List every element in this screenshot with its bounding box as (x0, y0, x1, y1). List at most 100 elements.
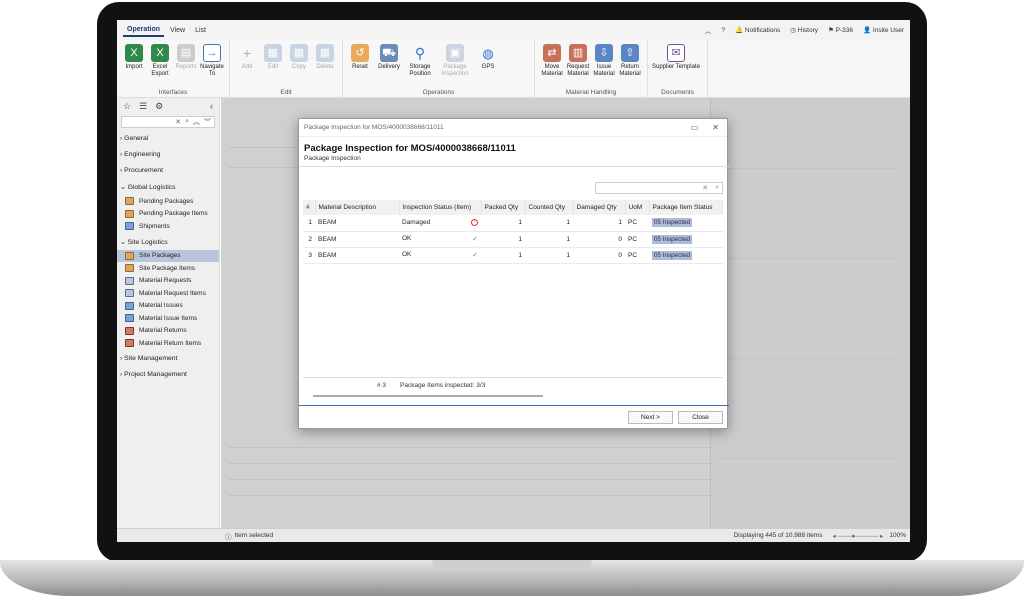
damaged-qty: 0 (573, 231, 625, 248)
sidebar-item-pending-packages[interactable]: Pending Packages (117, 195, 219, 208)
tab-view[interactable]: View (166, 25, 189, 36)
request-material-label: Request Material (566, 64, 590, 77)
counted-qty: 1 (525, 215, 573, 232)
package-items-icon (125, 264, 134, 273)
column-header[interactable]: Packed Qty (481, 200, 526, 215)
column-header[interactable]: Damaged Qty (573, 200, 626, 215)
storage-position-label: Storage Position (409, 64, 431, 77)
search-icon[interactable]: ⌕ (715, 184, 719, 192)
search-icon[interactable]: ⌕ (185, 118, 189, 126)
sidebar-item-material-request-items[interactable]: Material Request Items (117, 287, 219, 300)
sidebar-item-material-issues[interactable]: Material Issues (117, 300, 219, 313)
sidebar-section-global-logistics[interactable]: ⌄ Global Logistics (117, 178, 219, 195)
help-icon[interactable]: ? (721, 27, 725, 34)
tab-operation[interactable]: Operation (123, 24, 165, 37)
group-label-documents: Documents (661, 89, 694, 96)
sidebar-item-site-package-items[interactable]: Site Package Items (117, 262, 219, 275)
column-header[interactable]: UoM (625, 200, 650, 215)
sidebar-item-label: Material Issues (139, 302, 183, 310)
history-label: History (797, 27, 819, 34)
truck-icon: ⛟ (380, 44, 398, 62)
group-label-operations: Operations (422, 89, 455, 96)
packed-qty: 1 (481, 215, 525, 232)
history-button[interactable]: ◷ History (790, 26, 818, 34)
grid-search-input[interactable]: ✕ ⌕ (595, 182, 723, 194)
column-header[interactable]: Package Item Status (649, 200, 723, 215)
sidebar-item-material-requests[interactable]: Material Requests (117, 275, 219, 288)
sidebar-item-material-returns[interactable]: Material Returns (117, 325, 219, 338)
sidebar-item-material-issue-items[interactable]: Material Issue Items (117, 312, 219, 325)
close-icon[interactable]: ✕ (712, 123, 719, 132)
collapse-all-icon[interactable]: ︾ (204, 117, 211, 127)
sidebar-section-engineering[interactable]: › Engineering (117, 146, 219, 162)
expand-all-icon[interactable]: ︽ (193, 117, 200, 127)
ship-icon (125, 222, 134, 231)
warning-icon: ! (471, 219, 478, 227)
sidebar-item-site-packages[interactable]: Site Packages (117, 249, 219, 262)
table-row[interactable]: 2 BEAM OK ✓ 1 1 0 PC 05 Inspected (303, 231, 723, 248)
damaged-qty: 0 (573, 247, 625, 264)
package-icon (125, 251, 134, 260)
row-number: 2 (303, 231, 315, 248)
sidebar-item-label: Pending Package Items (139, 210, 208, 218)
user-menu[interactable]: 👤 Insite User (863, 26, 904, 34)
clear-search-icon[interactable]: ✕ (702, 184, 708, 192)
project-selector[interactable]: ⚑ P-336 (828, 26, 853, 34)
sidebar-item-pending-package-items[interactable]: Pending Package Items (117, 208, 219, 221)
inspection-status-cell[interactable]: Damaged! (399, 215, 481, 232)
damaged-qty: 1 (573, 215, 625, 232)
inspection-status-cell[interactable]: OK ✓ (399, 247, 481, 264)
column-header[interactable]: # (303, 200, 316, 215)
column-header[interactable]: Counted Qty (525, 200, 574, 215)
table-row[interactable]: 3 BEAM OK ✓ 1 1 0 PC 05 Inspected (303, 247, 723, 264)
sidebar-item-shipments[interactable]: Shipments (117, 220, 219, 233)
group-operations: ↺ Reset ⛟ Delivery ⚲ Storage Position ▣ Pack… (343, 40, 535, 98)
sidebar-item-label: Shipments (139, 222, 170, 230)
group-edit: + Add ▦ Edit ▦ Copy ▦ Delete Edit (230, 40, 343, 98)
location-pin-icon: ⚲ (414, 44, 426, 61)
horizontal-scrollbar[interactable] (313, 395, 543, 397)
sidebar-search[interactable]: ✕ ⌕ ︽ ︾ (121, 116, 215, 128)
sidebar-section-site-logistics[interactable]: ⌄ Site Logistics (117, 233, 219, 250)
package-inspection-icon: ▣ (446, 44, 464, 62)
request-material-icon: ▥ (569, 44, 587, 62)
inspection-status: OK (402, 235, 412, 242)
next-button[interactable]: Next > (628, 411, 673, 424)
dialog-titlebar: Package Inspection for MOS/4000038668/11… (299, 119, 727, 137)
collapse-sidebar-icon[interactable]: ‹ (210, 101, 213, 111)
inspected-summary: Package Items inspected: 3/3 (400, 382, 486, 389)
excel-icon: X (125, 44, 143, 62)
sidebar-section-site-management[interactable]: › Site Management (117, 350, 219, 366)
group-interfaces: X Import X Excel Export ▤ Reports → Navigate… (117, 40, 230, 98)
add-label: Add (241, 64, 253, 70)
sidebar-item-label: Material Return Items (139, 339, 202, 347)
tab-list[interactable]: List (191, 25, 210, 36)
move-material-icon: ⇄ (543, 44, 561, 62)
issue-material-icon: ⇩ (595, 44, 613, 62)
sidebar-item-label: Material Issue Items (139, 314, 198, 322)
dialog-window-controls: ▭ ✕ (691, 123, 719, 132)
sidebar-item-label: Material Returns (139, 327, 187, 335)
package-items-icon (125, 209, 134, 218)
sidebar-section-general[interactable]: › General (117, 130, 219, 146)
list-icon[interactable]: ☰ (139, 101, 147, 112)
settings-icon[interactable]: ⚙ (155, 101, 163, 112)
reports-icon: ▤ (177, 44, 195, 62)
zoom-slider[interactable]: ◂ ───●───── ▸ (832, 532, 883, 540)
notifications-button[interactable]: 🔔 Notifications (735, 26, 780, 34)
dialog-window-title: Package Inspection for MOS/4000038668/11… (304, 124, 444, 131)
column-header[interactable]: Material Description (315, 200, 400, 215)
inspection-status-cell[interactable]: OK ✓ (399, 231, 481, 248)
close-button[interactable]: Close (678, 411, 723, 424)
calendar-icon[interactable]: ▭ (691, 123, 699, 132)
star-icon[interactable]: ☆ (123, 101, 131, 112)
table-row[interactable]: 1 BEAM Damaged! 1 1 1 PC 05 Inspected (303, 215, 723, 232)
sidebar-section-project-management[interactable]: › Project Management (117, 366, 219, 382)
status-badge: 05 Inspected (652, 250, 693, 260)
sidebar-section-procurement[interactable]: › Procurement (117, 162, 219, 178)
clear-icon[interactable]: ✕ (175, 118, 181, 126)
collapse-icon[interactable]: ︿ (705, 25, 712, 35)
uom: PC (625, 215, 649, 232)
sidebar-item-material-return-items[interactable]: Material Return Items (117, 337, 219, 350)
column-header[interactable]: Inspection Status (Item) (399, 200, 482, 215)
